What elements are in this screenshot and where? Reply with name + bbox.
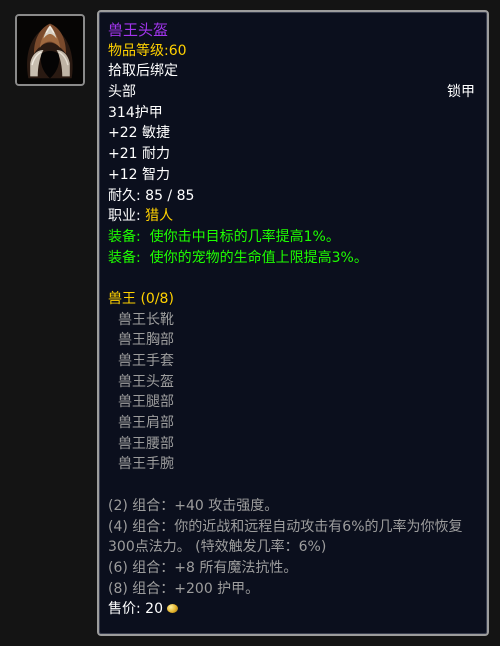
set-piece-chest[interactable]: 兽王胸部 xyxy=(108,330,477,351)
stat-intellect: +12 智力 xyxy=(108,166,170,183)
slot: 头部 xyxy=(108,84,136,101)
item-level-value: 60 xyxy=(168,42,187,59)
set-title[interactable]: 兽王 (0/8) xyxy=(108,289,477,310)
item-level-row: 物品等级:60 xyxy=(108,41,477,62)
slot-row: 头部 锁甲 xyxy=(108,82,477,103)
equip-text: 使你击中目标的几率提高1%。 xyxy=(149,228,340,245)
item-level-label: 物品等级: xyxy=(108,42,169,59)
sell-price-row: 售价: 20 xyxy=(108,599,477,620)
item-name: 兽王头盔 xyxy=(108,21,169,39)
item-tooltip: 兽王头盔 物品等级:60 拾取后绑定 头部 锁甲 314护甲 +22 敏捷 +2… xyxy=(97,10,489,636)
equip-label: 装备: xyxy=(108,228,141,245)
class-row: 职业: 猎人 xyxy=(108,206,477,227)
durability-row: 耐久: 85 / 85 xyxy=(108,186,477,207)
armor-type: 锁甲 xyxy=(447,84,475,101)
helmet-icon[interactable] xyxy=(15,14,85,86)
stat-agility: +22 敏捷 xyxy=(108,125,170,142)
item-tooltip-screen: 兽王头盔 物品等级:60 拾取后绑定 头部 锁甲 314护甲 +22 敏捷 +2… xyxy=(0,0,500,646)
set-piece-bracers[interactable]: 兽王手腕 xyxy=(108,454,477,475)
gold-coin-icon xyxy=(167,603,178,613)
durability-value: 85 / 85 xyxy=(145,187,195,204)
durability-label: 耐久: xyxy=(108,187,141,204)
equip-label: 装备: xyxy=(108,249,141,266)
stat-stamina: +21 耐力 xyxy=(108,146,170,163)
set-piece-belt[interactable]: 兽王腰部 xyxy=(108,434,477,455)
sell-label: 售价: xyxy=(108,601,141,618)
set-bonus-6: (6) 组合：+8 所有魔法抗性。 xyxy=(108,559,298,576)
equip-effect-pet-health[interactable]: 装备: 使你的宠物的生命值上限提高3%。 xyxy=(108,248,477,269)
set-bonus-4: (4) 组合：你的近战和远程自动攻击有6%的几率为你恢复300点法力。 (特效触… xyxy=(108,518,463,556)
armor-value: 314护甲 xyxy=(108,104,163,121)
set-piece-shoulders[interactable]: 兽王肩部 xyxy=(108,413,477,434)
set-bonus-8: (8) 组合：+200 护甲。 xyxy=(108,580,260,597)
sell-value: 20 xyxy=(145,601,163,618)
equip-effect-hit[interactable]: 装备: 使你击中目标的几率提高1%。 xyxy=(108,227,477,248)
helmet-icon-graphic xyxy=(17,16,83,84)
set-piece-gloves[interactable]: 兽王手套 xyxy=(108,351,477,372)
class-label: 职业: xyxy=(108,208,141,225)
set-piece-helm[interactable]: 兽王头盔 xyxy=(108,372,477,393)
bind-type: 拾取后绑定 xyxy=(108,63,178,80)
equip-text: 使你的宠物的生命值上限提高3%。 xyxy=(149,249,368,266)
class-value: 猎人 xyxy=(145,208,174,225)
set-bonus-2: (2) 组合：+40 攻击强度。 xyxy=(108,497,279,514)
set-piece-boots[interactable]: 兽王长靴 xyxy=(108,310,477,331)
set-piece-legs[interactable]: 兽王腿部 xyxy=(108,392,477,413)
